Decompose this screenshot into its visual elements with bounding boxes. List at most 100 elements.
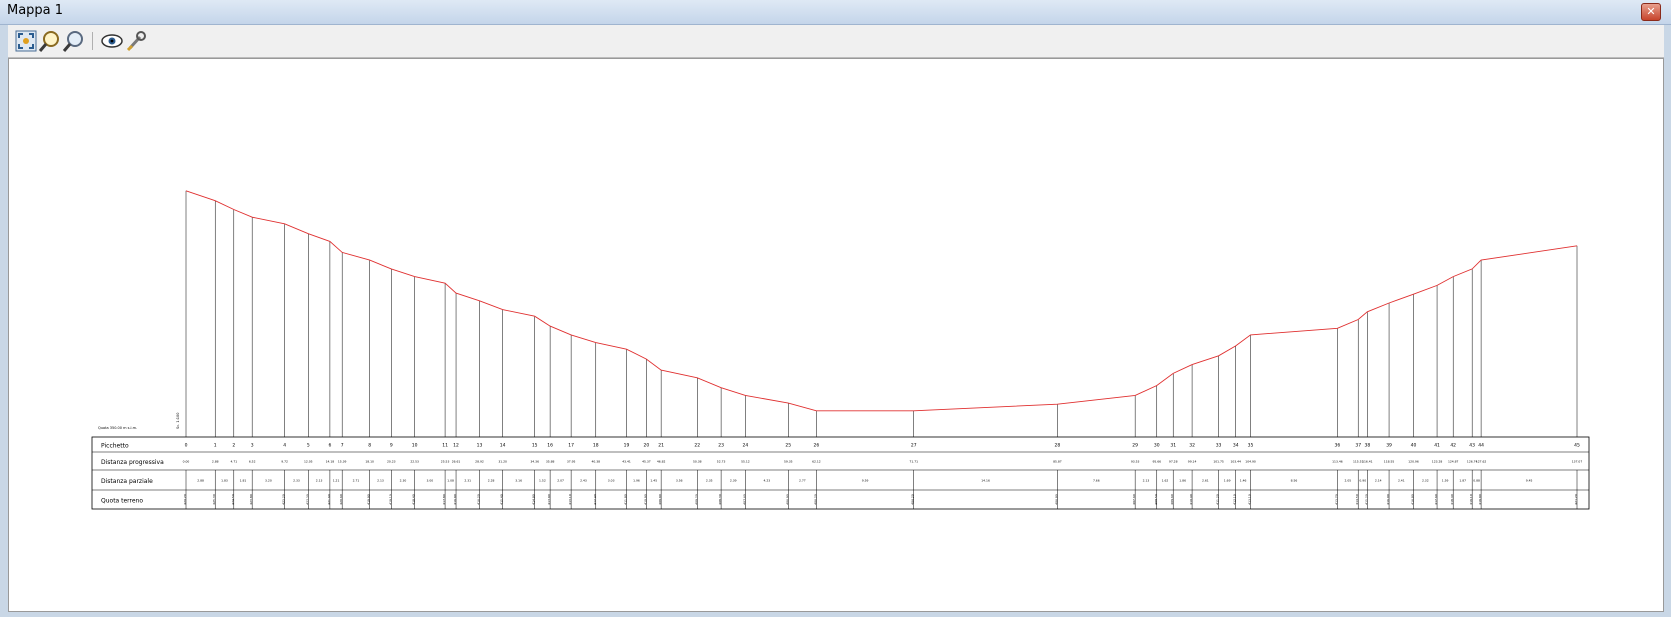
- view-button[interactable]: [100, 29, 124, 53]
- station-progressive: 20.23: [387, 460, 396, 464]
- station-id: 39: [1386, 443, 1392, 449]
- toolbar-separator: [92, 32, 93, 50]
- station-partial: 2.13: [1143, 479, 1150, 483]
- station-partial: 2.71: [353, 479, 360, 483]
- station-id: 16: [547, 443, 553, 449]
- station-id: 34: [1233, 443, 1239, 449]
- station-id: 7: [341, 443, 344, 449]
- station-partial: 9.59: [862, 479, 869, 483]
- station-progressive: 43.41: [622, 460, 631, 464]
- station-partial: 2.31: [464, 479, 471, 483]
- station-partial: 1.08: [447, 479, 454, 483]
- station-quota: 423.80: [249, 494, 253, 505]
- station-quota: 413.10: [568, 494, 572, 505]
- station-id: 3: [251, 443, 254, 449]
- station-progressive: 97.28: [1169, 460, 1178, 464]
- station-progressive: 14.18: [326, 460, 335, 464]
- station-partial: 9.45: [1526, 479, 1533, 483]
- station-partial: 2.77: [799, 479, 806, 483]
- station-partial: 2.39: [730, 479, 737, 483]
- station-id: 28: [1055, 443, 1061, 449]
- station-progressive: 59.35: [784, 460, 793, 464]
- station-quota: 409.60: [1170, 494, 1174, 505]
- station-id: 20: [644, 443, 650, 449]
- station-id: 21: [658, 443, 664, 449]
- station-progressive: 123.28: [1432, 460, 1443, 464]
- station-id: 26: [814, 443, 820, 449]
- station-quota: 411.80: [624, 494, 628, 505]
- station-quota: 418.40: [1450, 494, 1454, 505]
- station-quota: 414.50: [1355, 494, 1359, 505]
- station-partial: 2.05: [1344, 479, 1351, 483]
- station-quota: 406.90: [785, 494, 789, 505]
- station-quota: 419.10: [388, 494, 392, 505]
- station-quota: 418.40: [412, 494, 416, 505]
- station-partial: 1.69: [1224, 479, 1231, 483]
- station-partial: 3.20: [265, 479, 272, 483]
- station-progressive: 118.55: [1384, 460, 1395, 464]
- station-progressive: 9.72: [281, 460, 288, 464]
- station-progressive: 25.53: [441, 460, 450, 464]
- station-partial: 1.83: [221, 479, 228, 483]
- zoom-full-icon: [15, 30, 37, 52]
- station-id: 0: [185, 443, 188, 449]
- station-partial: 2.28: [488, 479, 495, 483]
- station-progressive: 113.46: [1332, 460, 1343, 464]
- station-progressive: 6.52: [249, 460, 256, 464]
- station-progressive: 35.88: [546, 460, 555, 464]
- station-progressive: 31.20: [498, 460, 507, 464]
- station-partial: 7.66: [1093, 479, 1100, 483]
- station-progressive: 104.90: [1245, 460, 1256, 464]
- station-id: 44: [1478, 443, 1484, 449]
- station-quota: 417.60: [1434, 494, 1438, 505]
- station-quota: 424.50: [231, 494, 235, 505]
- station-partial: 2.30: [400, 479, 407, 483]
- station-quota: 413.10: [1248, 494, 1252, 505]
- station-quota: 423.20: [282, 494, 286, 505]
- terrain-profile-line: [185, 190, 1578, 412]
- station-progressive: 99.14: [1188, 460, 1197, 464]
- station-partial: 2.41: [1398, 479, 1405, 483]
- zoom-full-button[interactable]: [14, 29, 38, 53]
- station-quota: 419.10: [1469, 494, 1473, 505]
- zoom-in-button[interactable]: [38, 29, 62, 53]
- station-quota: 421.20: [1574, 494, 1578, 505]
- station-id: 4: [283, 443, 286, 449]
- station-id: 6: [328, 443, 331, 449]
- station-partial: 1.52: [539, 479, 546, 483]
- station-partial: 1.86: [1179, 479, 1186, 483]
- eye-icon: [101, 34, 123, 48]
- station-id: 19: [624, 443, 630, 449]
- table-row-label: Picchetto: [101, 443, 129, 450]
- station-partial: 3.56: [676, 479, 683, 483]
- station-partial: 2.13: [316, 479, 323, 483]
- settings-button[interactable]: [124, 29, 148, 53]
- station-id: 24: [742, 443, 748, 449]
- close-button[interactable]: ✕: [1641, 3, 1661, 21]
- station-progressive: 18.10: [365, 460, 374, 464]
- station-progressive: 124.87: [1448, 460, 1459, 464]
- station-progressive: 55.12: [741, 460, 750, 464]
- station-partial: 1.46: [1240, 479, 1247, 483]
- station-progressive: 62.12: [812, 460, 821, 464]
- scale-label: Quota 350.00 m s.l.m.: [98, 426, 137, 430]
- station-id: 30: [1154, 443, 1160, 449]
- zoom-out-button[interactable]: [62, 29, 86, 53]
- window-titlebar: Mappa 1 ✕: [0, 0, 1671, 25]
- station-partial: 2.13: [377, 479, 384, 483]
- station-quota: 408.30: [718, 494, 722, 505]
- station-id: 25: [785, 443, 791, 449]
- station-quota: 416.90: [453, 494, 457, 505]
- station-id: 17: [568, 443, 574, 449]
- profile-canvas: Picchetto Distanza progressiva Distanza pa…: [8, 58, 1664, 612]
- station-id: 12: [453, 443, 459, 449]
- station-partial: 2.32: [1422, 479, 1429, 483]
- window-title: Mappa 1: [7, 3, 64, 18]
- station-partial: 1.96: [633, 479, 640, 483]
- station-quota: 426.20: [183, 494, 187, 505]
- station-partial: 1.62: [1162, 479, 1169, 483]
- station-progressive: 34.36: [530, 460, 539, 464]
- station-progressive: 12.05: [304, 460, 313, 464]
- station-partial: 1.87: [1459, 479, 1466, 483]
- station-id: 32: [1189, 443, 1195, 449]
